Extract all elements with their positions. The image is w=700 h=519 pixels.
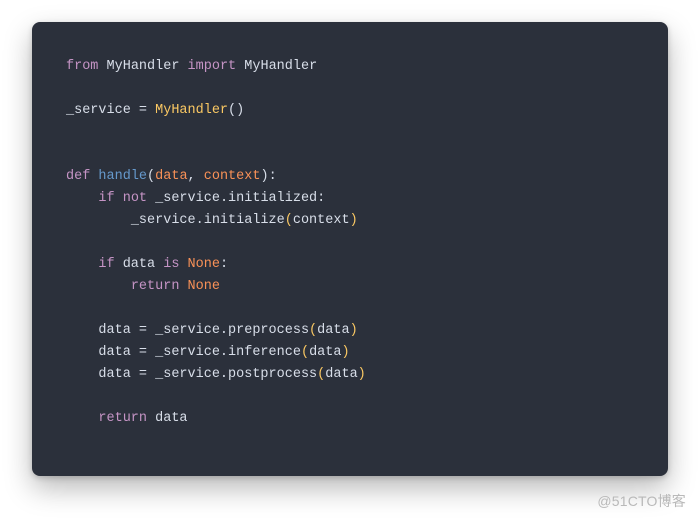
keyword-def: def	[66, 169, 90, 184]
paren-close: ):	[260, 169, 276, 184]
var-service: _service	[66, 103, 131, 118]
code-block: from MyHandler import MyHandler _service…	[66, 56, 634, 430]
arg-data: data	[317, 323, 349, 338]
colon: :	[220, 257, 228, 272]
call-parens: ()	[228, 103, 244, 118]
keyword-not: not	[123, 191, 147, 206]
return-var: data	[147, 411, 188, 426]
code-card: from MyHandler import MyHandler _service…	[32, 22, 668, 476]
keyword-is: is	[163, 257, 179, 272]
keyword-return: return	[98, 411, 147, 426]
var-data: data	[115, 257, 164, 272]
const-none: None	[188, 279, 220, 294]
call-initialize: _service.initialize	[131, 213, 285, 228]
space	[179, 257, 187, 272]
keyword-if: if	[98, 191, 114, 206]
class-myhandler: MyHandler	[155, 103, 228, 118]
arg-data: data	[325, 367, 357, 382]
const-none: None	[188, 257, 220, 272]
paren-open: (	[285, 213, 293, 228]
stmt-inference: data = _service.inference	[98, 345, 301, 360]
paren-close: )	[350, 323, 358, 338]
expr-initialized: _service.initialized:	[147, 191, 325, 206]
param-data: data	[155, 169, 187, 184]
arg-context: context	[293, 213, 350, 228]
param-context: context	[204, 169, 261, 184]
paren-open: (	[301, 345, 309, 360]
paren-close: )	[350, 213, 358, 228]
paren-open: (	[147, 169, 155, 184]
paren-close: )	[358, 367, 366, 382]
keyword-return: return	[131, 279, 180, 294]
comma: ,	[188, 169, 204, 184]
arg-data: data	[309, 345, 341, 360]
keyword-if: if	[98, 257, 114, 272]
keyword-from: from	[66, 59, 98, 74]
watermark-label: @51CTO博客	[597, 491, 686, 511]
paren-open: (	[309, 323, 317, 338]
assign-op: =	[131, 103, 155, 118]
keyword-import: import	[188, 59, 237, 74]
stmt-preprocess: data = _service.preprocess	[98, 323, 309, 338]
paren-close: )	[341, 345, 349, 360]
imported-name: MyHandler	[244, 59, 317, 74]
module-name: MyHandler	[107, 59, 180, 74]
func-handle: handle	[98, 169, 147, 184]
space	[179, 279, 187, 294]
stmt-postprocess: data = _service.postprocess	[98, 367, 317, 382]
